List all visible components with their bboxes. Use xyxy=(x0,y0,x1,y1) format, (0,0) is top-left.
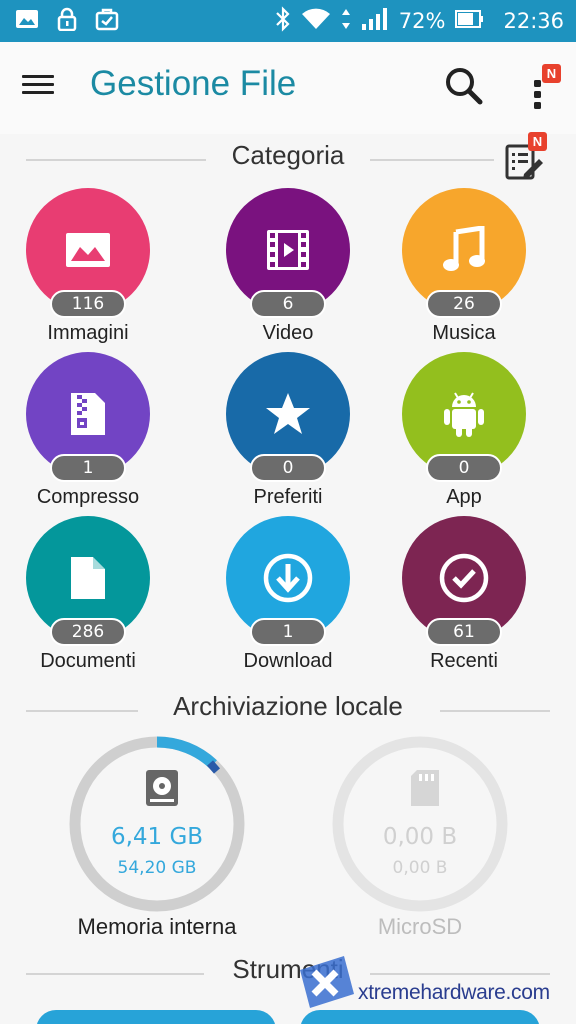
category-label: Recenti xyxy=(430,650,498,672)
menu-button[interactable] xyxy=(22,70,58,106)
category-label: Musica xyxy=(432,322,496,344)
category-count: 26 xyxy=(426,290,502,318)
category-count: 1 xyxy=(250,618,326,646)
android-icon xyxy=(444,392,484,437)
storage-section-header: Archiviazione locale xyxy=(0,691,576,731)
category-count: 0 xyxy=(426,454,502,482)
internal-storage-used: 6,41 GB xyxy=(110,824,204,850)
category-count: 61 xyxy=(426,618,502,646)
lock-notification-icon xyxy=(54,6,80,32)
battery-percent: 72% xyxy=(398,9,446,33)
watermark-text: xtremehardware.com xyxy=(358,981,550,1004)
search-icon xyxy=(446,68,483,105)
microsd-label: MicroSD xyxy=(377,914,463,939)
new-badge: N xyxy=(542,64,561,83)
category-label: Video xyxy=(262,322,314,344)
gallery-notification-icon xyxy=(14,6,40,32)
hard-drive-icon xyxy=(142,768,182,808)
check-circle-icon xyxy=(439,553,489,603)
image-icon xyxy=(66,233,110,267)
app-title: Gestione File xyxy=(90,64,297,103)
new-badge: N xyxy=(528,132,547,151)
film-icon xyxy=(267,230,309,270)
category-label: Immagini xyxy=(47,322,129,344)
category-count: 1 xyxy=(50,454,126,482)
internal-storage-total: 54,20 GB xyxy=(117,858,197,878)
category-recenti[interactable]: 61 Recenti xyxy=(376,516,552,676)
category-count: 116 xyxy=(50,290,126,318)
storage-section-title: Archiviazione locale xyxy=(173,691,403,721)
edit-categories-button[interactable]: N xyxy=(500,132,552,180)
tool-button-left[interactable] xyxy=(36,1010,276,1024)
category-section-header: Categoria xyxy=(0,140,576,180)
category-preferiti[interactable]: 0 Preferiti xyxy=(200,352,376,512)
clock: 22:36 xyxy=(503,9,564,33)
category-label: App xyxy=(446,486,482,508)
wifi-icon xyxy=(301,7,331,36)
category-download[interactable]: 1 Download xyxy=(200,516,376,676)
category-compresso[interactable]: 1 Compresso xyxy=(0,352,176,512)
microsd-total: 0,00 B xyxy=(392,858,448,878)
document-icon xyxy=(71,557,105,599)
category-count: 0 xyxy=(250,454,326,482)
sd-card-icon xyxy=(405,768,445,808)
category-documenti[interactable]: 286 Documenti xyxy=(0,516,176,676)
watermark-logo xyxy=(300,956,354,1008)
category-count: 286 xyxy=(50,618,126,646)
category-label: Preferiti xyxy=(253,486,323,508)
hamburger-icon xyxy=(22,75,54,78)
bluetooth-icon xyxy=(275,5,291,37)
category-immagini[interactable]: 116 Immagini xyxy=(0,188,176,348)
search-button[interactable] xyxy=(442,64,486,108)
music-note-icon xyxy=(443,226,485,271)
signal-icon xyxy=(361,7,389,36)
category-label: Documenti xyxy=(40,650,136,672)
category-musica[interactable]: 26 Musica xyxy=(376,188,552,348)
watermark: xtremehardware.com xyxy=(292,948,576,1018)
download-icon xyxy=(263,553,313,603)
category-app[interactable]: 0 App xyxy=(376,352,552,512)
category-label: Compresso xyxy=(36,486,140,508)
task-notification-icon xyxy=(94,6,120,32)
category-section-title: Categoria xyxy=(231,140,345,170)
microsd-used: 0,00 B xyxy=(382,824,458,850)
internal-storage-label: Memoria interna xyxy=(77,914,237,939)
overflow-menu-button[interactable]: N xyxy=(526,64,566,118)
internal-storage-card[interactable]: 6,41 GB 54,20 GB Memoria interna xyxy=(67,734,257,974)
category-count: 6 xyxy=(250,290,326,318)
data-transfer-icon xyxy=(341,7,351,36)
status-bar: 72% 22:36 xyxy=(0,0,576,42)
star-icon xyxy=(266,393,310,434)
category-label: Download xyxy=(243,650,333,672)
app-bar: Gestione File N xyxy=(0,42,576,134)
category-video[interactable]: 6 Video xyxy=(200,188,376,348)
battery-icon xyxy=(455,9,485,34)
zip-file-icon xyxy=(71,393,105,435)
microsd-storage-card[interactable]: 0,00 B 0,00 B MicroSD xyxy=(330,734,520,974)
